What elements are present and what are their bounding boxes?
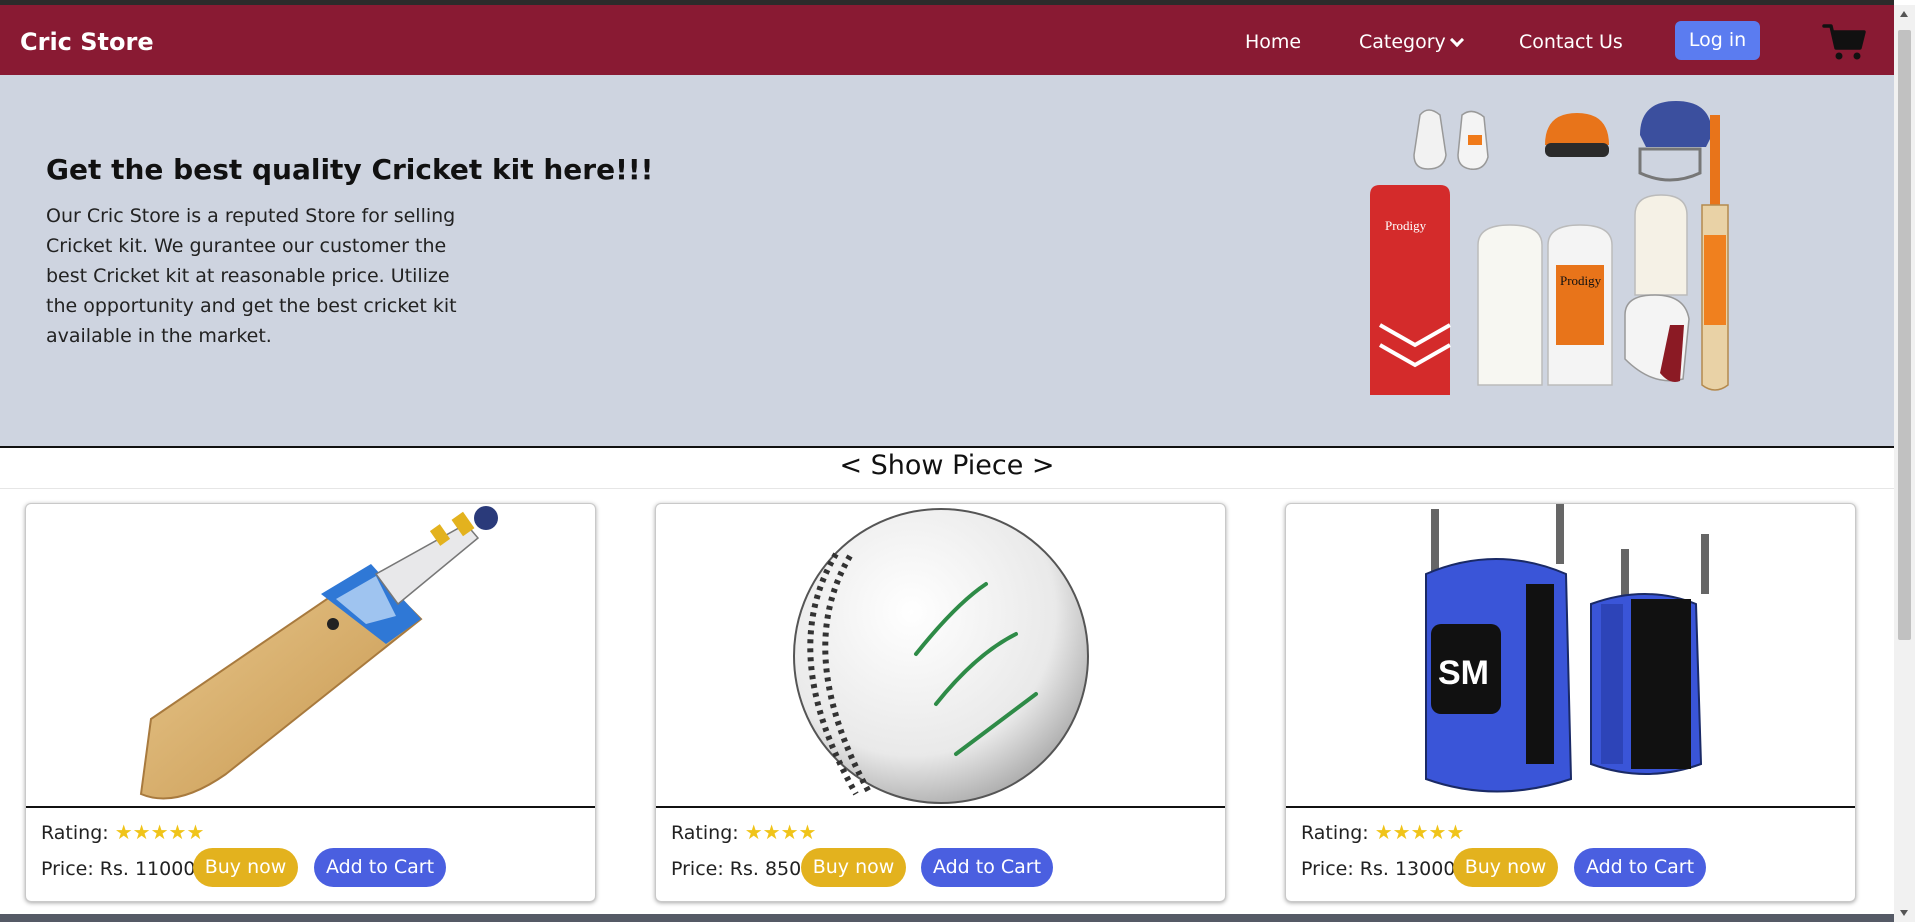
rating-label: Rating: — [671, 822, 739, 844]
product-price: Price: Rs. 13000 — [1301, 858, 1456, 880]
scrollbar-thumb[interactable] — [1898, 30, 1911, 640]
buy-now-button[interactable]: Buy now — [1453, 848, 1558, 887]
add-to-cart-button[interactable]: Add to Cart — [921, 848, 1053, 887]
navbar: Cric Store Home Category Contact Us Log … — [0, 5, 1894, 75]
page-bottom-edge — [0, 914, 1894, 922]
nav-home-link[interactable]: Home — [1245, 5, 1301, 75]
product-card-ball: Rating: ★★★★ Price: Rs. 850 Buy now Add … — [655, 503, 1226, 902]
brand-logo[interactable]: Cric Store — [20, 5, 154, 75]
product-rating: Rating: ★★★★★ — [1301, 820, 1464, 844]
login-button[interactable]: Log in — [1675, 21, 1760, 60]
rating-label: Rating: — [41, 822, 109, 844]
card-separator — [1286, 806, 1855, 808]
product-card-bat: Rating: ★★★★★ Price: Rs. 11000 Buy now A… — [25, 503, 596, 902]
section-title: < Show Piece > — [839, 450, 1055, 481]
nav-contact-link[interactable]: Contact Us — [1519, 5, 1623, 75]
svg-text:SM: SM — [1438, 654, 1489, 692]
cricket-ball-image — [793, 508, 1089, 804]
product-price: Price: Rs. 850 — [671, 858, 802, 880]
product-rating: Rating: ★★★★★ — [41, 820, 204, 844]
star-rating-icon: ★★★★★ — [114, 820, 205, 844]
page: Cric Store Home Category Contact Us Log … — [0, 0, 1915, 922]
add-to-cart-button[interactable]: Add to Cart — [314, 848, 446, 887]
buy-now-button[interactable]: Buy now — [193, 848, 298, 887]
add-to-cart-button[interactable]: Add to Cart — [1574, 848, 1706, 887]
vertical-scrollbar[interactable] — [1894, 5, 1915, 922]
scroll-up-arrow-icon[interactable] — [1900, 11, 1908, 17]
rating-label: Rating: — [1301, 822, 1369, 844]
product-rating: Rating: ★★★★ — [671, 820, 816, 844]
section-divider — [0, 446, 1894, 448]
svg-text:Prodigy: Prodigy — [1385, 218, 1427, 233]
kit-bag-image: SM — [1425, 504, 1709, 793]
card-separator — [656, 806, 1225, 808]
hero-banner: Get the best quality Cricket kit here!!!… — [0, 75, 1894, 446]
scroll-down-arrow-icon[interactable] — [1900, 910, 1908, 916]
chevron-down-icon — [1449, 32, 1464, 48]
section-underline — [0, 488, 1894, 489]
cart-icon[interactable] — [1822, 22, 1866, 62]
star-rating-icon: ★★★★★ — [1374, 820, 1465, 844]
card-separator — [26, 806, 595, 808]
hero-title: Get the best quality Cricket kit here!!! — [46, 153, 654, 186]
star-rating-icon: ★★★★ — [744, 820, 817, 844]
nav-category-label: Category — [1359, 31, 1446, 53]
buy-now-button[interactable]: Buy now — [801, 848, 906, 887]
product-price: Price: Rs. 11000 — [41, 858, 196, 880]
svg-text:Prodigy: Prodigy — [1560, 273, 1602, 288]
cricket-bat-image — [139, 506, 498, 800]
nav-category-dropdown[interactable]: Category — [1359, 5, 1464, 75]
cricket-kit-image: Prodigy Prodigy — [1370, 101, 1729, 395]
product-card-bag: SM Rating: ★★★★★ Price: Rs. 13000 Buy no… — [1285, 503, 1856, 902]
hero-description: Our Cric Store is a reputed Store for se… — [46, 205, 457, 347]
